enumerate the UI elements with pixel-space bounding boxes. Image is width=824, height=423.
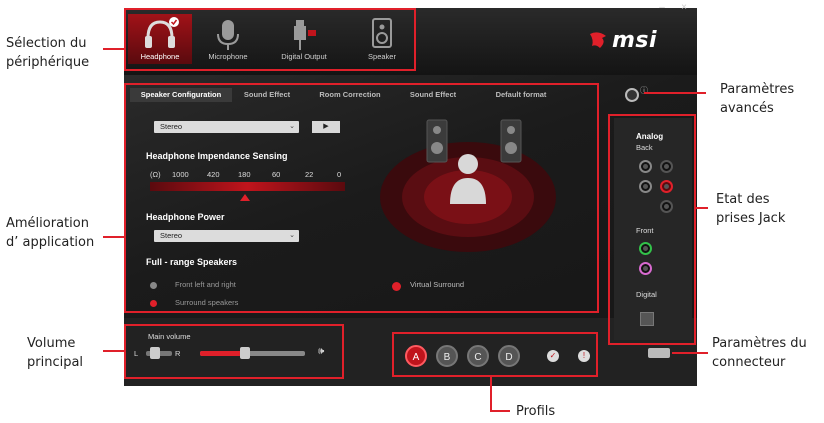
label-device-selection: Sélection du périphérique <box>6 36 90 70</box>
callout-app-enhancement <box>124 83 599 313</box>
callout-main-volume <box>124 324 344 379</box>
leader-line <box>696 207 708 209</box>
brand-name: msi <box>612 28 658 53</box>
label-jack-status: Etat des prises Jack <box>716 192 786 226</box>
msi-dragon-logo <box>590 32 606 48</box>
minimize-button[interactable]: – <box>655 3 669 13</box>
label-profiles: Profils <box>516 404 556 419</box>
info-icon[interactable]: ⓘ <box>640 85 648 96</box>
callout-device-selection <box>124 8 416 71</box>
callout-jack-status <box>608 114 696 345</box>
label-advanced-settings: Paramètres avancés <box>720 82 795 116</box>
label-connector-settings: Paramètres du connecteur <box>712 336 807 370</box>
leader-line <box>490 377 492 412</box>
leader-line <box>490 410 510 412</box>
label-main-volume: Volume principal <box>27 336 84 370</box>
advanced-settings-icon[interactable] <box>625 88 639 102</box>
leader-line <box>103 48 124 50</box>
leader-line <box>103 350 124 352</box>
connector-settings-icon[interactable] <box>648 348 670 358</box>
callout-profiles <box>392 332 598 377</box>
close-button[interactable]: × <box>677 3 691 13</box>
leader-line <box>672 352 708 354</box>
leader-line <box>103 236 124 238</box>
leader-line <box>644 92 706 94</box>
label-app-enhancement: Amélioration d’ application <box>6 216 95 250</box>
